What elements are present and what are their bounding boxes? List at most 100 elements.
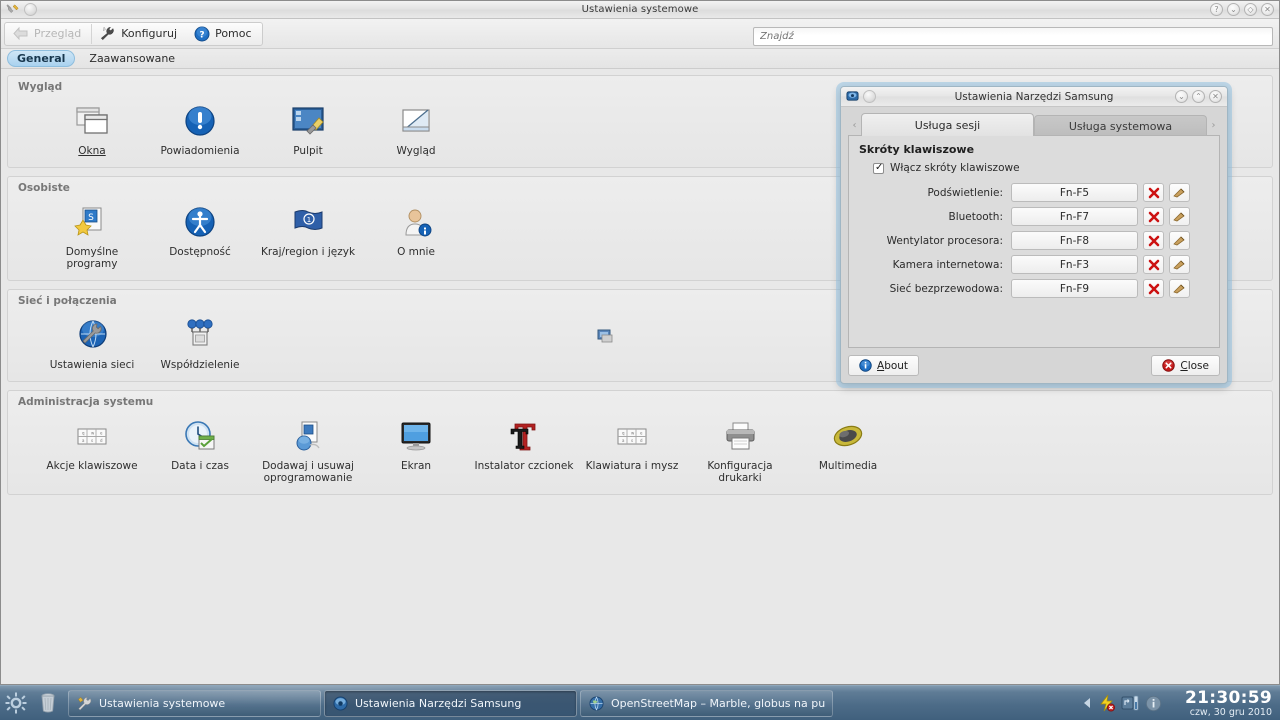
- tray-expand-arrow-icon[interactable]: [1082, 696, 1093, 710]
- panel-title: Skróty klawiszowe: [859, 143, 975, 156]
- maximize-button[interactable]: ◇: [1244, 3, 1257, 16]
- network-icon[interactable]: [1121, 694, 1140, 712]
- shortcut-key-field[interactable]: Fn-F3: [1011, 255, 1138, 274]
- item-wspoldzielenie[interactable]: Współdzielenie: [146, 311, 254, 371]
- clear-shortcut-button[interactable]: [1143, 255, 1164, 274]
- task-list: Ustawienia systemowe Ustawienia Narzędzi…: [68, 689, 833, 717]
- shortcut-row: Bluetooth: Fn-F7: [859, 207, 1209, 226]
- close-rest: lose: [1187, 359, 1209, 372]
- task-button[interactable]: Ustawienia systemowe: [68, 689, 321, 717]
- record-shortcut-button[interactable]: [1169, 207, 1190, 226]
- item-multimedia[interactable]: Multimedia: [794, 412, 902, 484]
- trash-icon[interactable]: [32, 688, 64, 718]
- shortcut-key-field[interactable]: Fn-F8: [1011, 231, 1138, 250]
- item-ustawienia-sieci[interactable]: Ustawienia sieci: [38, 311, 146, 371]
- kde-gear-icon: [5, 692, 27, 714]
- shortcut-label: Wentylator procesora:: [886, 234, 1003, 247]
- item-konfiguracja-drukarki[interactable]: Konfiguracja drukarki: [686, 412, 794, 484]
- clear-shortcut-button[interactable]: [1143, 231, 1164, 250]
- record-key-icon: [1173, 259, 1185, 269]
- item-o-mnie[interactable]: O mnie: [362, 198, 470, 270]
- record-shortcut-button[interactable]: [1169, 279, 1190, 298]
- tab-scroll-left-icon[interactable]: ‹: [848, 115, 861, 136]
- tab-system-service[interactable]: Usługa systemowa: [1034, 115, 1207, 136]
- about-button-label: About: [877, 360, 908, 372]
- record-shortcut-button[interactable]: [1169, 255, 1190, 274]
- dialog-close-button[interactable]: ✕: [1209, 90, 1222, 103]
- item-dodawaj-usuwaj-oprogramowanie[interactable]: Dodawaj i usuwaj oprogramowanie: [254, 412, 362, 484]
- shortcut-key-field[interactable]: Fn-F9: [1011, 279, 1138, 298]
- item-label: Pulpit: [293, 145, 323, 157]
- item-wyglad[interactable]: Wygląd: [362, 97, 470, 157]
- close-button-label: Close: [1180, 360, 1209, 372]
- dialog-titlebar: Ustawienia Narzędzi Samsung ⌄ ⌃ ✕: [841, 87, 1227, 107]
- shortcut-key-field[interactable]: Fn-F5: [1011, 183, 1138, 202]
- search-input[interactable]: [753, 27, 1273, 46]
- clear-shortcut-button[interactable]: [1143, 183, 1164, 202]
- item-pulpit[interactable]: Pulpit: [254, 97, 362, 157]
- tab-scroll-right-icon[interactable]: ›: [1207, 115, 1220, 136]
- item-label: Kraj/region i język: [260, 246, 356, 258]
- shortcut-label: Bluetooth:: [948, 210, 1003, 223]
- help-menu-button[interactable]: ? Pomoc: [187, 23, 261, 45]
- dialog-maximize-button[interactable]: ⌃: [1192, 90, 1205, 103]
- help-button[interactable]: ?: [1210, 3, 1223, 16]
- clock-time: 21:30:59: [1185, 687, 1272, 708]
- system-settings-icon: [78, 696, 91, 710]
- close-button[interactable]: ✕: [1261, 3, 1274, 16]
- minimize-button[interactable]: ⌄: [1227, 3, 1240, 16]
- task-button[interactable]: OpenStreetMap – Marble, globus na pu: [580, 689, 833, 717]
- network-settings-icon: [74, 315, 110, 355]
- close-dialog-button[interactable]: Close: [1151, 355, 1220, 376]
- record-key-icon: [1173, 211, 1185, 221]
- item-label: Konfiguracja drukarki: [707, 460, 773, 484]
- search-container: [753, 24, 1273, 46]
- clear-shortcut-button[interactable]: [1143, 207, 1164, 226]
- item-kraj-region-jezyk[interactable]: 1 Kraj/region i język: [254, 198, 362, 270]
- about-button[interactable]: About: [848, 355, 920, 376]
- record-shortcut-button[interactable]: [1169, 183, 1190, 202]
- info-icon[interactable]: [1145, 695, 1162, 712]
- taskbar: Ustawienia systemowe Ustawienia Narzędzi…: [0, 685, 1280, 720]
- multimedia-icon: [830, 416, 866, 456]
- back-overview-label: Przegląd: [34, 27, 82, 40]
- tab-advanced[interactable]: Zaawansowane: [79, 50, 185, 67]
- dialog-titlebar-buttons: ⌄ ⌃ ✕: [1175, 90, 1222, 103]
- item-akcje-klawiszowe[interactable]: q w e a s d Akcje klawiszowe: [38, 412, 146, 484]
- clear-shortcut-button[interactable]: [1143, 279, 1164, 298]
- marble-icon: [589, 695, 604, 711]
- back-overview-button[interactable]: Przegląd: [5, 23, 91, 45]
- item-ekran[interactable]: Ekran: [362, 412, 470, 484]
- clock[interactable]: 21:30:59 czw, 30 gru 2010: [1185, 689, 1272, 718]
- record-shortcut-button[interactable]: [1169, 231, 1190, 250]
- dialog-tabbar: ‹ Usługa sesji Usługa systemowa ›: [848, 113, 1220, 136]
- item-label: Powiadomienia: [160, 145, 240, 157]
- battery-icon[interactable]: [1098, 694, 1116, 712]
- tab-session-service[interactable]: Usługa sesji: [861, 113, 1034, 136]
- dialog-titlebar-left-icons: [846, 90, 876, 103]
- item-domyslne-programy[interactable]: S Domyślne programy: [38, 198, 146, 270]
- item-okna[interactable]: Okna: [38, 97, 146, 157]
- item-dostepnosc[interactable]: Dostępność: [146, 198, 254, 270]
- configure-button[interactable]: Konfiguruj: [92, 23, 187, 45]
- notifications-icon: [182, 101, 218, 141]
- screen: Ustawienia systemowe ? ⌄ ◇ ✕ Przegląd Ko…: [0, 0, 1280, 720]
- tab-general[interactable]: General: [7, 50, 76, 67]
- item-instalator-czcionek[interactable]: Instalator czcionek: [470, 412, 578, 484]
- svg-text:s: s: [631, 438, 633, 443]
- enable-shortcuts-checkbox[interactable]: [873, 162, 884, 174]
- samsung-tools-icon: [846, 91, 859, 101]
- item-label: Wygląd: [396, 145, 436, 157]
- shortcut-label: Kamera internetowa:: [892, 258, 1003, 271]
- display-icon: [398, 416, 434, 456]
- shortcut-key-field[interactable]: Fn-F7: [1011, 207, 1138, 226]
- item-data-i-czas[interactable]: Data i czas: [146, 412, 254, 484]
- task-button[interactable]: Ustawienia Narzędzi Samsung: [324, 689, 577, 717]
- application-launcher-button[interactable]: [0, 688, 32, 718]
- item-powiadomienia[interactable]: Powiadomienia: [146, 97, 254, 157]
- task-label: Ustawienia Narzędzi Samsung: [355, 696, 522, 710]
- window-titlebar: Ustawienia systemowe ? ⌄ ◇ ✕: [1, 1, 1279, 19]
- item-klawiatura-i-mysz[interactable]: q w e a s d Klawiatura i mysz: [578, 412, 686, 484]
- group-title: Administracja systemu: [18, 396, 154, 408]
- dialog-minimize-button[interactable]: ⌄: [1175, 90, 1188, 103]
